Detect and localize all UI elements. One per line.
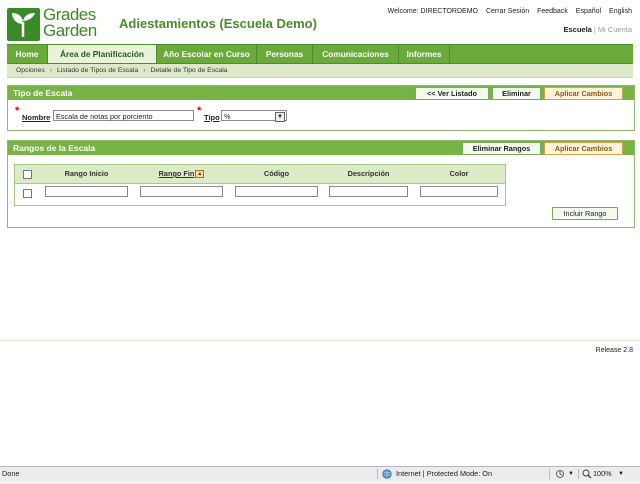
name-label: Nombre — [22, 113, 51, 122]
sort-ascending-icon[interactable]: ▲ — [195, 170, 205, 179]
zoom-level[interactable]: 100% — [593, 467, 612, 481]
delete-button[interactable]: Eliminar — [492, 87, 541, 100]
tab-communications[interactable]: Comunicaciones — [313, 45, 399, 63]
footer-divider — [0, 340, 640, 341]
sprout-icon — [7, 8, 40, 41]
my-account-link[interactable]: Mi Cuenta — [598, 25, 632, 34]
tab-school-year[interactable]: Año Escolar en Curso — [157, 45, 257, 63]
chevron-down-icon[interactable]: ▼ — [275, 112, 285, 122]
range-end-input[interactable] — [140, 186, 223, 197]
breadcrumb-arrow-icon: › — [49, 67, 52, 74]
globe-icon — [382, 469, 392, 479]
required-marker: * — [197, 105, 202, 117]
delete-ranges-button[interactable]: Eliminar Rangos — [462, 142, 541, 155]
col-range-end-label: Rango Fin — [158, 169, 195, 178]
main-nav: Home Área de Planificación Año Escolar e… — [7, 44, 633, 64]
status-divider — [549, 469, 550, 479]
scale-type-header: Tipo de Escala << Ver Listado Eliminar A… — [8, 86, 634, 100]
protected-mode-icon[interactable] — [555, 469, 565, 479]
feedback-link[interactable]: Feedback — [537, 8, 568, 15]
security-zone-text: Internet | Protected Mode: On — [396, 469, 492, 478]
status-text: Done — [2, 469, 20, 478]
browser-status-bar: Done Internet | Protected Mode: On ▼ 100… — [0, 466, 640, 481]
description-input[interactable] — [329, 186, 408, 197]
breadcrumb-options[interactable]: Opciones — [16, 67, 45, 74]
tab-planning-area[interactable]: Área de Planificación — [48, 45, 157, 63]
zoom-icon[interactable] — [582, 469, 592, 479]
welcome-text: Welcome: DIRECTORDEMO — [387, 8, 478, 15]
required-marker: * — [15, 105, 20, 117]
code-input[interactable] — [235, 186, 318, 197]
scale-type-title: Tipo de Escala — [13, 88, 73, 98]
spanish-link[interactable]: Español — [576, 8, 601, 15]
english-link[interactable]: English — [609, 8, 632, 15]
breadcrumb: Opciones › Listado de Tipos de Escala › Deta… — [7, 64, 633, 78]
col-color: Color — [449, 169, 469, 178]
top-links: Welcome: DIRECTORDEMO Cerrar Sesión Feed… — [382, 8, 632, 15]
tab-home[interactable]: Home — [7, 45, 48, 63]
view-list-button[interactable]: << Ver Listado — [415, 87, 489, 100]
name-input[interactable]: Escala de notas por porciento — [53, 110, 194, 121]
range-start-input[interactable] — [45, 186, 128, 197]
color-input[interactable] — [420, 186, 498, 197]
tab-reports[interactable]: Informes — [399, 45, 450, 63]
school-links: Escuela | Mi Cuenta — [564, 25, 633, 34]
col-range-end[interactable]: Rango Fin ▲ — [140, 165, 223, 183]
tab-people[interactable]: Personas — [257, 45, 313, 63]
grades-garden-logo[interactable]: Grades Garden — [7, 6, 111, 41]
page: Grades Garden Adiestamientos (Escuela De… — [0, 0, 640, 466]
school-separator: | — [593, 25, 596, 34]
apply-changes-button[interactable]: Aplicar Cambios — [544, 87, 623, 100]
status-divider — [578, 469, 579, 479]
col-description: Descripción — [347, 169, 390, 178]
add-range-button[interactable]: Incluir Rango — [552, 207, 618, 220]
app-title: Adiestamientos (Escuela Demo) — [119, 16, 317, 31]
scale-type-panel: Tipo de Escala << Ver Listado Eliminar A… — [7, 85, 635, 131]
logout-link[interactable]: Cerrar Sesión — [486, 8, 529, 15]
type-select[interactable]: % ▼ — [221, 110, 287, 122]
chevron-down-icon[interactable]: ▼ — [618, 467, 624, 481]
breadcrumb-arrow-icon: › — [143, 67, 146, 74]
status-divider — [377, 469, 378, 479]
scale-ranges-header: Rangos de la Escala Eliminar Rangos Apli… — [8, 141, 634, 155]
type-label: Tipo — [204, 113, 220, 122]
apply-changes-button[interactable]: Aplicar Cambios — [544, 142, 623, 155]
col-code: Código — [263, 169, 290, 178]
logo-line-2: Garden — [43, 21, 97, 40]
type-select-value: % — [224, 112, 231, 121]
row-checkbox[interactable] — [23, 189, 32, 198]
ranges-table: Rango Inicio Rango Fin ▲ Código Descripci… — [14, 164, 506, 206]
chevron-down-icon[interactable]: ▼ — [568, 467, 574, 481]
select-all-checkbox[interactable] — [23, 170, 32, 179]
scale-ranges-title: Rangos de la Escala — [13, 143, 96, 153]
release-version: Release 2.8 — [595, 347, 633, 354]
breadcrumb-scale-types[interactable]: Listado de Tipos de Escala — [57, 67, 138, 74]
ranges-table-header: Rango Inicio Rango Fin ▲ Código Descripci… — [15, 165, 505, 184]
breadcrumb-scale-detail: Detalle de Tipo de Escala — [150, 67, 228, 74]
col-range-start: Rango Inicio — [64, 169, 109, 178]
school-link[interactable]: Escuela — [564, 25, 592, 34]
